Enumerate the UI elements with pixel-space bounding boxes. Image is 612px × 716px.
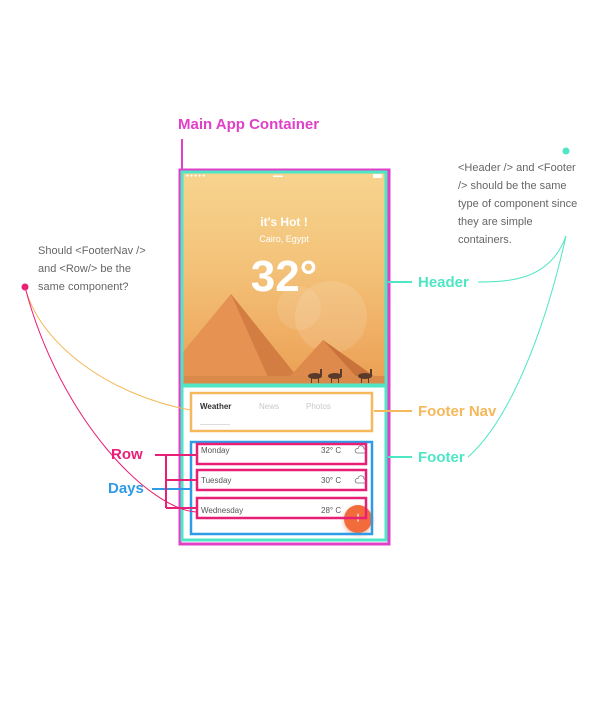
right-note-dot: [562, 147, 570, 155]
row-box-3: [195, 496, 368, 520]
header-box: [180, 170, 388, 387]
row-box-2: [195, 468, 368, 492]
days-box: [189, 440, 374, 536]
right-note-connector-header: [477, 235, 567, 283]
right-note-connector-footer: [467, 235, 567, 458]
left-note-connector-nav: [24, 286, 191, 411]
annotation-overlay: [21, 139, 570, 546]
left-note-connector-row: [24, 286, 198, 513]
main-container-box: [178, 168, 391, 546]
footer-nav-box: [189, 391, 374, 433]
row-box-1: [195, 442, 368, 466]
